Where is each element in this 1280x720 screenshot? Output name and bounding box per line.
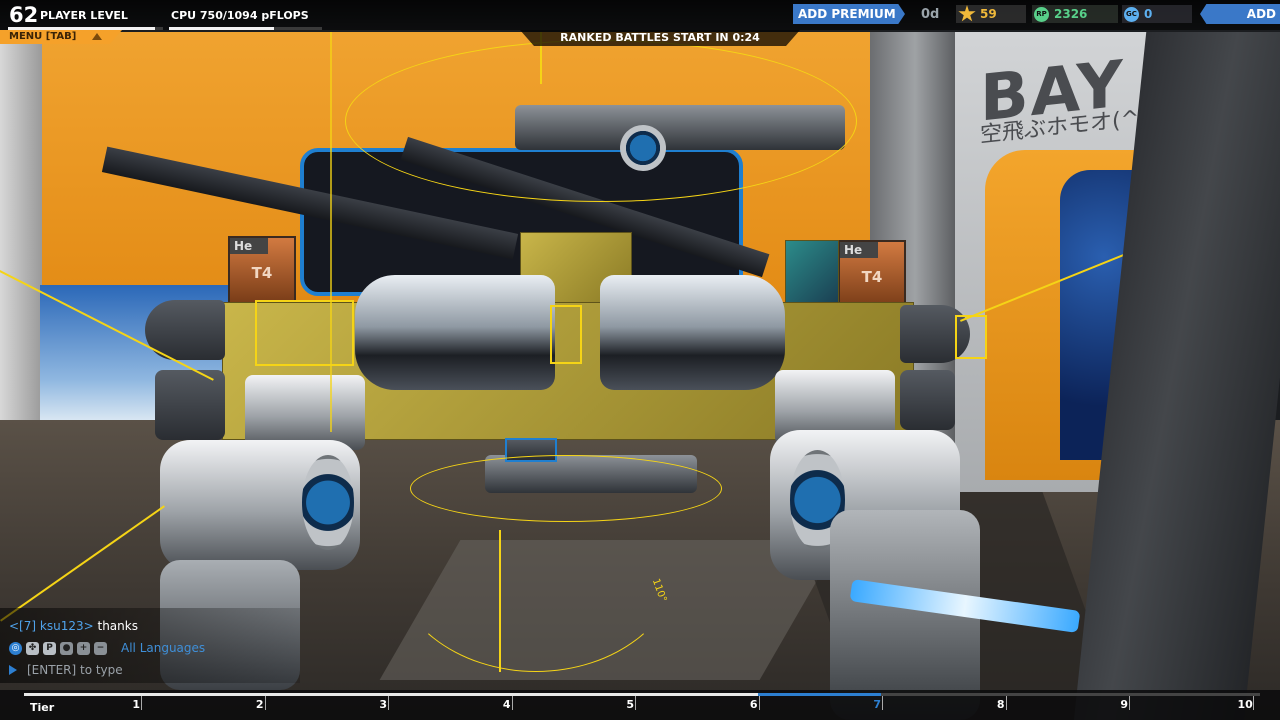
cosmetic-credit-currency: GC 0 [1122,5,1192,23]
selection-box-right [955,315,987,359]
tier-tick: 6 [744,696,760,711]
tier-bar: Tier 1 2 3 4 5 6 7 8 9 10 [0,690,1280,720]
language-filter[interactable]: All Languages [121,641,205,655]
menu-tab-label: MENU [TAB] [9,31,77,42]
thruster-right [600,275,785,390]
star-count: 59 [980,7,997,21]
friend-icon[interactable]: ● [60,641,73,655]
tier-track [24,693,1260,696]
robit-count: 2326 [1054,7,1088,21]
cpu-progress-bar [169,27,322,30]
cosmetic-credit-icon: GC [1124,6,1139,22]
wheel-left [302,455,354,550]
chat-channel: <[7] [9,619,37,633]
star-icon [958,5,976,22]
robit-currency: RP 2326 [1032,5,1118,23]
tier-tick: 2 [250,696,266,711]
robit-icon: RP [1034,6,1049,22]
leg-hip-left [245,375,365,450]
tier-tick: 10 [1237,696,1254,711]
star-currency: 59 [956,5,1026,23]
menu-tab-button[interactable]: MENU [TAB] [0,30,122,44]
chat-panel[interactable]: <[7] ksu123> thanks ◎ ✤ P ● + − All Lang… [0,608,300,683]
chat-username[interactable]: ksu123> [40,619,94,633]
chevron-up-icon [92,33,102,40]
selection-box-center [550,305,582,364]
tier-tick: 7 [867,696,883,711]
cpu-progress-fill [169,27,274,30]
helium-label-right: He [840,242,878,258]
chat-send-icon [9,665,17,675]
player-level-label: PLAYER LEVEL [40,9,128,22]
chat-message: <[7] ksu123> thanks [9,619,138,633]
tier-tick: 5 [620,696,636,711]
top-hud: 62 PLAYER LEVEL CPU 750/1094 pFLOPS ADD … [0,0,1280,30]
current-tier-highlight [757,693,881,696]
cpu-label: CPU 750/1094 pFLOPS [171,9,309,22]
add-friend-icon[interactable]: + [77,641,90,655]
tier-tick: 9 [1114,696,1130,711]
tier-mark-left: T4 [251,264,273,282]
chat-input[interactable]: [ENTER] to type [9,662,289,678]
tier-progress-fill [24,693,766,696]
helium-label-left: He [230,238,268,254]
cosmetic-credit-count: 0 [1144,7,1153,21]
helium-tank-left: He T4 [228,236,296,304]
globe-icon[interactable]: ◎ [9,641,22,655]
angle-arc [390,440,682,672]
clan-icon[interactable]: ✤ [26,641,39,655]
axis-line-bottom [499,530,501,672]
tier-label: Tier [30,701,55,714]
helium-tank-right: He T4 [838,240,906,308]
tier-tick: 1 [126,696,142,711]
chat-input-placeholder: [ENTER] to type [27,663,123,677]
tier-mark-right: T4 [861,268,883,286]
ignore-icon[interactable]: − [94,641,107,655]
chat-text: thanks [97,619,138,633]
tier-tick: 3 [373,696,389,711]
thruster-under-right [900,370,955,430]
rotation-gizmo-top[interactable] [345,40,857,202]
chat-channel-icons: ◎ ✤ P ● + − All Languages [9,641,205,655]
tier-tick: 4 [497,696,513,711]
party-icon[interactable]: P [43,641,56,655]
teal-block [785,240,839,304]
add-funds-button[interactable]: ADD FUNDS [1200,4,1280,24]
thruster-under-left [155,370,225,440]
player-level-progress-bar [8,27,163,30]
premium-days: 0d [921,7,940,22]
player-level-progress-fill [8,27,156,30]
add-premium-button[interactable]: ADD PREMIUM [793,4,905,24]
selection-box-left [255,300,354,366]
thruster-left [355,275,555,390]
player-level-number: 62 [9,3,39,27]
ranked-countdown: RANKED BATTLES START IN 0:24 [520,30,800,46]
garage-left-wall [0,32,42,462]
axis-line-left [330,32,332,432]
tier-tick: 8 [991,696,1007,711]
